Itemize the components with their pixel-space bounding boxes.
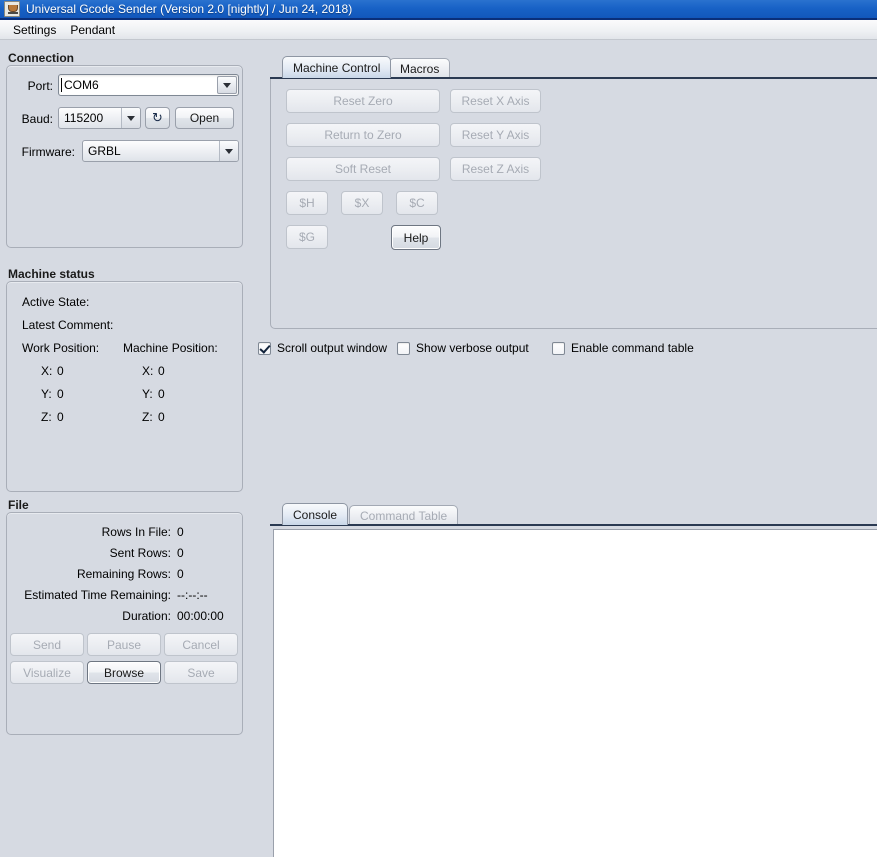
duration-label: Duration: [122,609,171,623]
menu-item-pendant[interactable]: Pendant [63,21,122,39]
port-combo[interactable]: COM6 [58,74,239,96]
command-x-button[interactable]: $X [341,191,383,215]
tab-macros[interactable]: Macros [389,58,451,78]
baud-combo[interactable]: 115200 [58,107,141,129]
connection-panel-title: Connection [8,51,74,65]
file-panel-body: Rows In File: 0 Sent Rows: 0 Remaining R… [6,512,243,735]
estimated-time-remaining-value: --:--:-- [177,588,208,602]
left-pane: Connection Port: COM6 Baud: 115200 ↻ Ope… [0,41,249,857]
console-tabbed-pane: Console Command Table [270,503,877,857]
main-split-container: Connection Port: COM6 Baud: 115200 ↻ Ope… [0,41,877,857]
refresh-ports-button[interactable]: ↻ [145,107,170,129]
firmware-label: Firmware: [21,145,75,159]
browse-button[interactable]: Browse [87,661,161,684]
port-label: Port: [27,79,53,93]
machine-y-label: Y: [142,387,153,401]
rows-in-file-value: 0 [177,525,184,539]
soft-reset-button[interactable]: Soft Reset [286,157,440,181]
help-button[interactable]: Help [391,225,441,250]
port-value: COM6 [59,75,217,95]
return-to-zero-button[interactable]: Return to Zero [286,123,440,147]
tab-console[interactable]: Console [282,503,349,525]
show-verbose-output-checkbox-row[interactable]: Show verbose output [397,341,529,355]
estimated-time-remaining-label: Estimated Time Remaining: [24,588,171,602]
active-state-label: Active State: [22,295,90,309]
console-output-textarea[interactable] [273,529,877,857]
work-y-label: Y: [41,387,52,401]
machine-x-label: X: [142,364,154,378]
horizontal-split-divider[interactable] [249,41,258,857]
chevron-down-icon[interactable] [217,76,237,94]
connection-panel-body: Port: COM6 Baud: 115200 ↻ Open Firmware:… [6,65,243,248]
work-x-value: 0 [57,364,64,378]
reset-z-axis-button[interactable]: Reset Z Axis [450,157,541,181]
firmware-combo[interactable]: GRBL [82,140,239,162]
work-position-label: Work Position: [22,341,100,355]
machine-status-panel-title: Machine status [8,267,95,281]
remaining-rows-label: Remaining Rows: [76,567,171,581]
chevron-down-icon[interactable] [121,108,140,128]
show-verbose-output-checkbox[interactable] [397,341,410,355]
work-y-value: 0 [57,387,64,401]
baud-label: Baud: [21,112,53,126]
java-coffee-cup-icon [4,1,20,17]
connection-panel: Connection Port: COM6 Baud: 115200 ↻ Ope… [0,51,249,248]
scroll-output-window-checkbox-row[interactable]: Scroll output window [258,341,387,355]
command-h-button[interactable]: $H [286,191,328,215]
work-x-label: X: [41,364,53,378]
cancel-button[interactable]: Cancel [164,633,238,656]
open-connection-button[interactable]: Open [175,107,234,129]
show-verbose-output-label: Show verbose output [416,341,529,355]
command-c-button[interactable]: $C [396,191,438,215]
scroll-output-window-checkbox[interactable] [258,341,271,355]
machine-y-value: 0 [158,387,165,401]
sent-rows-label: Sent Rows: [109,546,171,560]
scroll-output-window-label: Scroll output window [277,341,388,355]
reset-x-axis-button[interactable]: Reset X Axis [450,89,541,113]
machine-status-panel-body: Active State: Latest Comment: Work Posit… [6,281,243,492]
sent-rows-value: 0 [177,546,184,560]
rows-in-file-label: Rows In File: [101,525,171,539]
duration-value: 00:00:00 [177,609,224,623]
machine-status-panel: Machine status Active State: Latest Comm… [0,267,249,492]
enable-command-table-checkbox-row[interactable]: Enable command table [552,341,694,355]
machine-z-value: 0 [158,410,165,424]
machine-control-tab-body: Reset Zero Return to Zero Soft Reset Res… [270,79,877,329]
console-tab-body [270,526,877,857]
command-g-button[interactable]: $G [286,225,328,249]
pause-button[interactable]: Pause [87,633,161,656]
file-panel-title: File [8,498,29,512]
remaining-rows-value: 0 [177,567,184,581]
control-tabstrip: Machine Control Macros [270,56,877,78]
chevron-down-icon[interactable] [219,141,238,161]
visualize-button[interactable]: Visualize [10,661,84,684]
tab-command-table[interactable]: Command Table [349,505,459,525]
console-tabstrip: Console Command Table [270,503,877,525]
menubar: Settings Pendant [0,20,877,40]
window-title: Universal Gcode Sender (Version 2.0 [nig… [26,2,353,16]
work-z-value: 0 [57,410,64,424]
tab-machine-control[interactable]: Machine Control [282,56,392,78]
machine-z-label: Z: [142,410,153,424]
machine-x-value: 0 [158,364,165,378]
firmware-value: GRBL [88,144,121,158]
send-button[interactable]: Send [10,633,84,656]
work-z-label: Z: [41,410,52,424]
machine-position-label: Machine Position: [123,341,218,355]
refresh-icon: ↻ [152,110,163,126]
file-panel: File Rows In File: 0 Sent Rows: 0 Remain… [0,498,249,735]
right-pane: Machine Control Macros Reset Zero Return… [258,41,877,857]
control-tabbed-pane: Machine Control Macros Reset Zero Return… [270,56,877,329]
menu-item-settings[interactable]: Settings [6,21,63,39]
reset-zero-button[interactable]: Reset Zero [286,89,440,113]
save-button[interactable]: Save [164,661,238,684]
baud-value: 115200 [64,111,104,125]
reset-y-axis-button[interactable]: Reset Y Axis [450,123,541,147]
enable-command-table-checkbox[interactable] [552,341,565,355]
enable-command-table-label: Enable command table [571,341,694,355]
window-titlebar: Universal Gcode Sender (Version 2.0 [nig… [0,0,877,20]
latest-comment-label: Latest Comment: [22,318,114,332]
